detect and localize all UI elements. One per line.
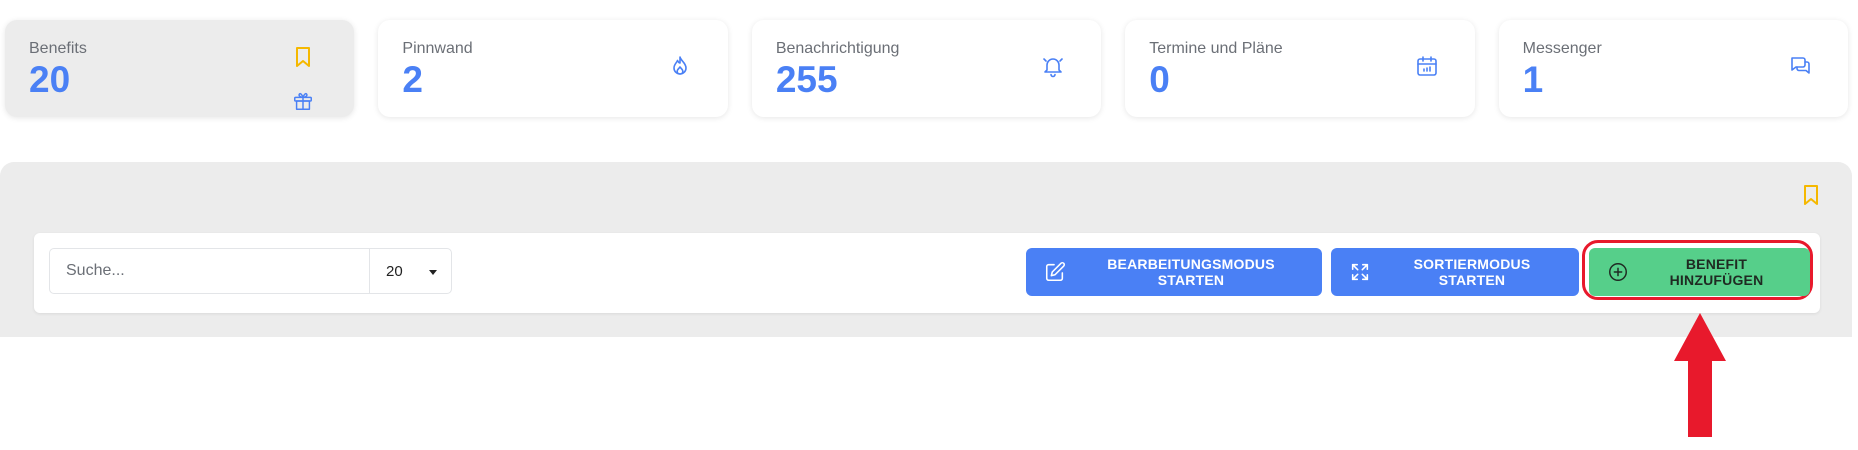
- add-benefit-button[interactable]: BENEFIT HINZUFÜGEN: [1589, 248, 1810, 296]
- benefits-toolbar: 20 BEARBEITUNGSMODUS STARTEN SORTIERMODU…: [34, 233, 1820, 313]
- stats-row: Benefits 20 Pinnwand 2 Benachrichtigung …: [5, 20, 1849, 117]
- stat-value: 255: [775, 59, 838, 100]
- start-edit-mode-button[interactable]: BEARBEITUNGSMODUS STARTEN: [1026, 248, 1322, 296]
- bookmark-icon[interactable]: [1802, 184, 1820, 206]
- stat-card-benachrichtigung[interactable]: Benachrichtigung 255: [751, 20, 1102, 117]
- start-sort-mode-button[interactable]: SORTIERMODUS STARTEN: [1331, 248, 1579, 296]
- plus-circle-icon: [1609, 263, 1627, 281]
- page-size-select[interactable]: 20: [369, 248, 452, 294]
- stat-label: Pinnwand: [402, 40, 473, 57]
- stat-label: Messenger: [1522, 40, 1602, 57]
- page-size-value: 20: [386, 262, 403, 280]
- bookmark-icon: [294, 46, 312, 68]
- arrow-up-annotation: [1674, 313, 1726, 437]
- stat-value: 0: [1149, 59, 1170, 100]
- stat-label: Benachrichtigung: [775, 40, 900, 57]
- start-edit-mode-label: BEARBEITUNGSMODUS STARTEN: [1107, 256, 1275, 288]
- gift-icon: [292, 90, 314, 112]
- stat-card-messenger[interactable]: Messenger 1: [1498, 20, 1849, 117]
- chat-icon: [1788, 54, 1812, 78]
- stat-card-pinnwand[interactable]: Pinnwand 2: [378, 20, 728, 117]
- stat-value: 20: [29, 59, 71, 100]
- calendar-icon: [1415, 54, 1439, 78]
- start-sort-mode-label: SORTIERMODUS STARTEN: [1413, 256, 1531, 288]
- stat-value: 2: [402, 59, 423, 100]
- expand-icon: [1351, 263, 1369, 281]
- caret-down-icon: [429, 270, 437, 275]
- stat-value: 1: [1522, 59, 1544, 100]
- edit-icon: [1045, 262, 1065, 282]
- search-input[interactable]: [49, 248, 369, 294]
- stat-label: Benefits: [29, 40, 87, 57]
- stat-label: Termine und Pläne: [1149, 40, 1283, 57]
- benefits-panel: 20 BEARBEITUNGSMODUS STARTEN SORTIERMODU…: [0, 162, 1852, 337]
- stat-card-benefits[interactable]: Benefits 20: [5, 20, 355, 117]
- add-benefit-label: BENEFIT HINZUFÜGEN: [1669, 256, 1764, 288]
- stat-card-termine[interactable]: Termine und Pläne 0: [1125, 20, 1475, 117]
- bell-icon: [1041, 54, 1065, 78]
- fire-icon: [668, 54, 692, 78]
